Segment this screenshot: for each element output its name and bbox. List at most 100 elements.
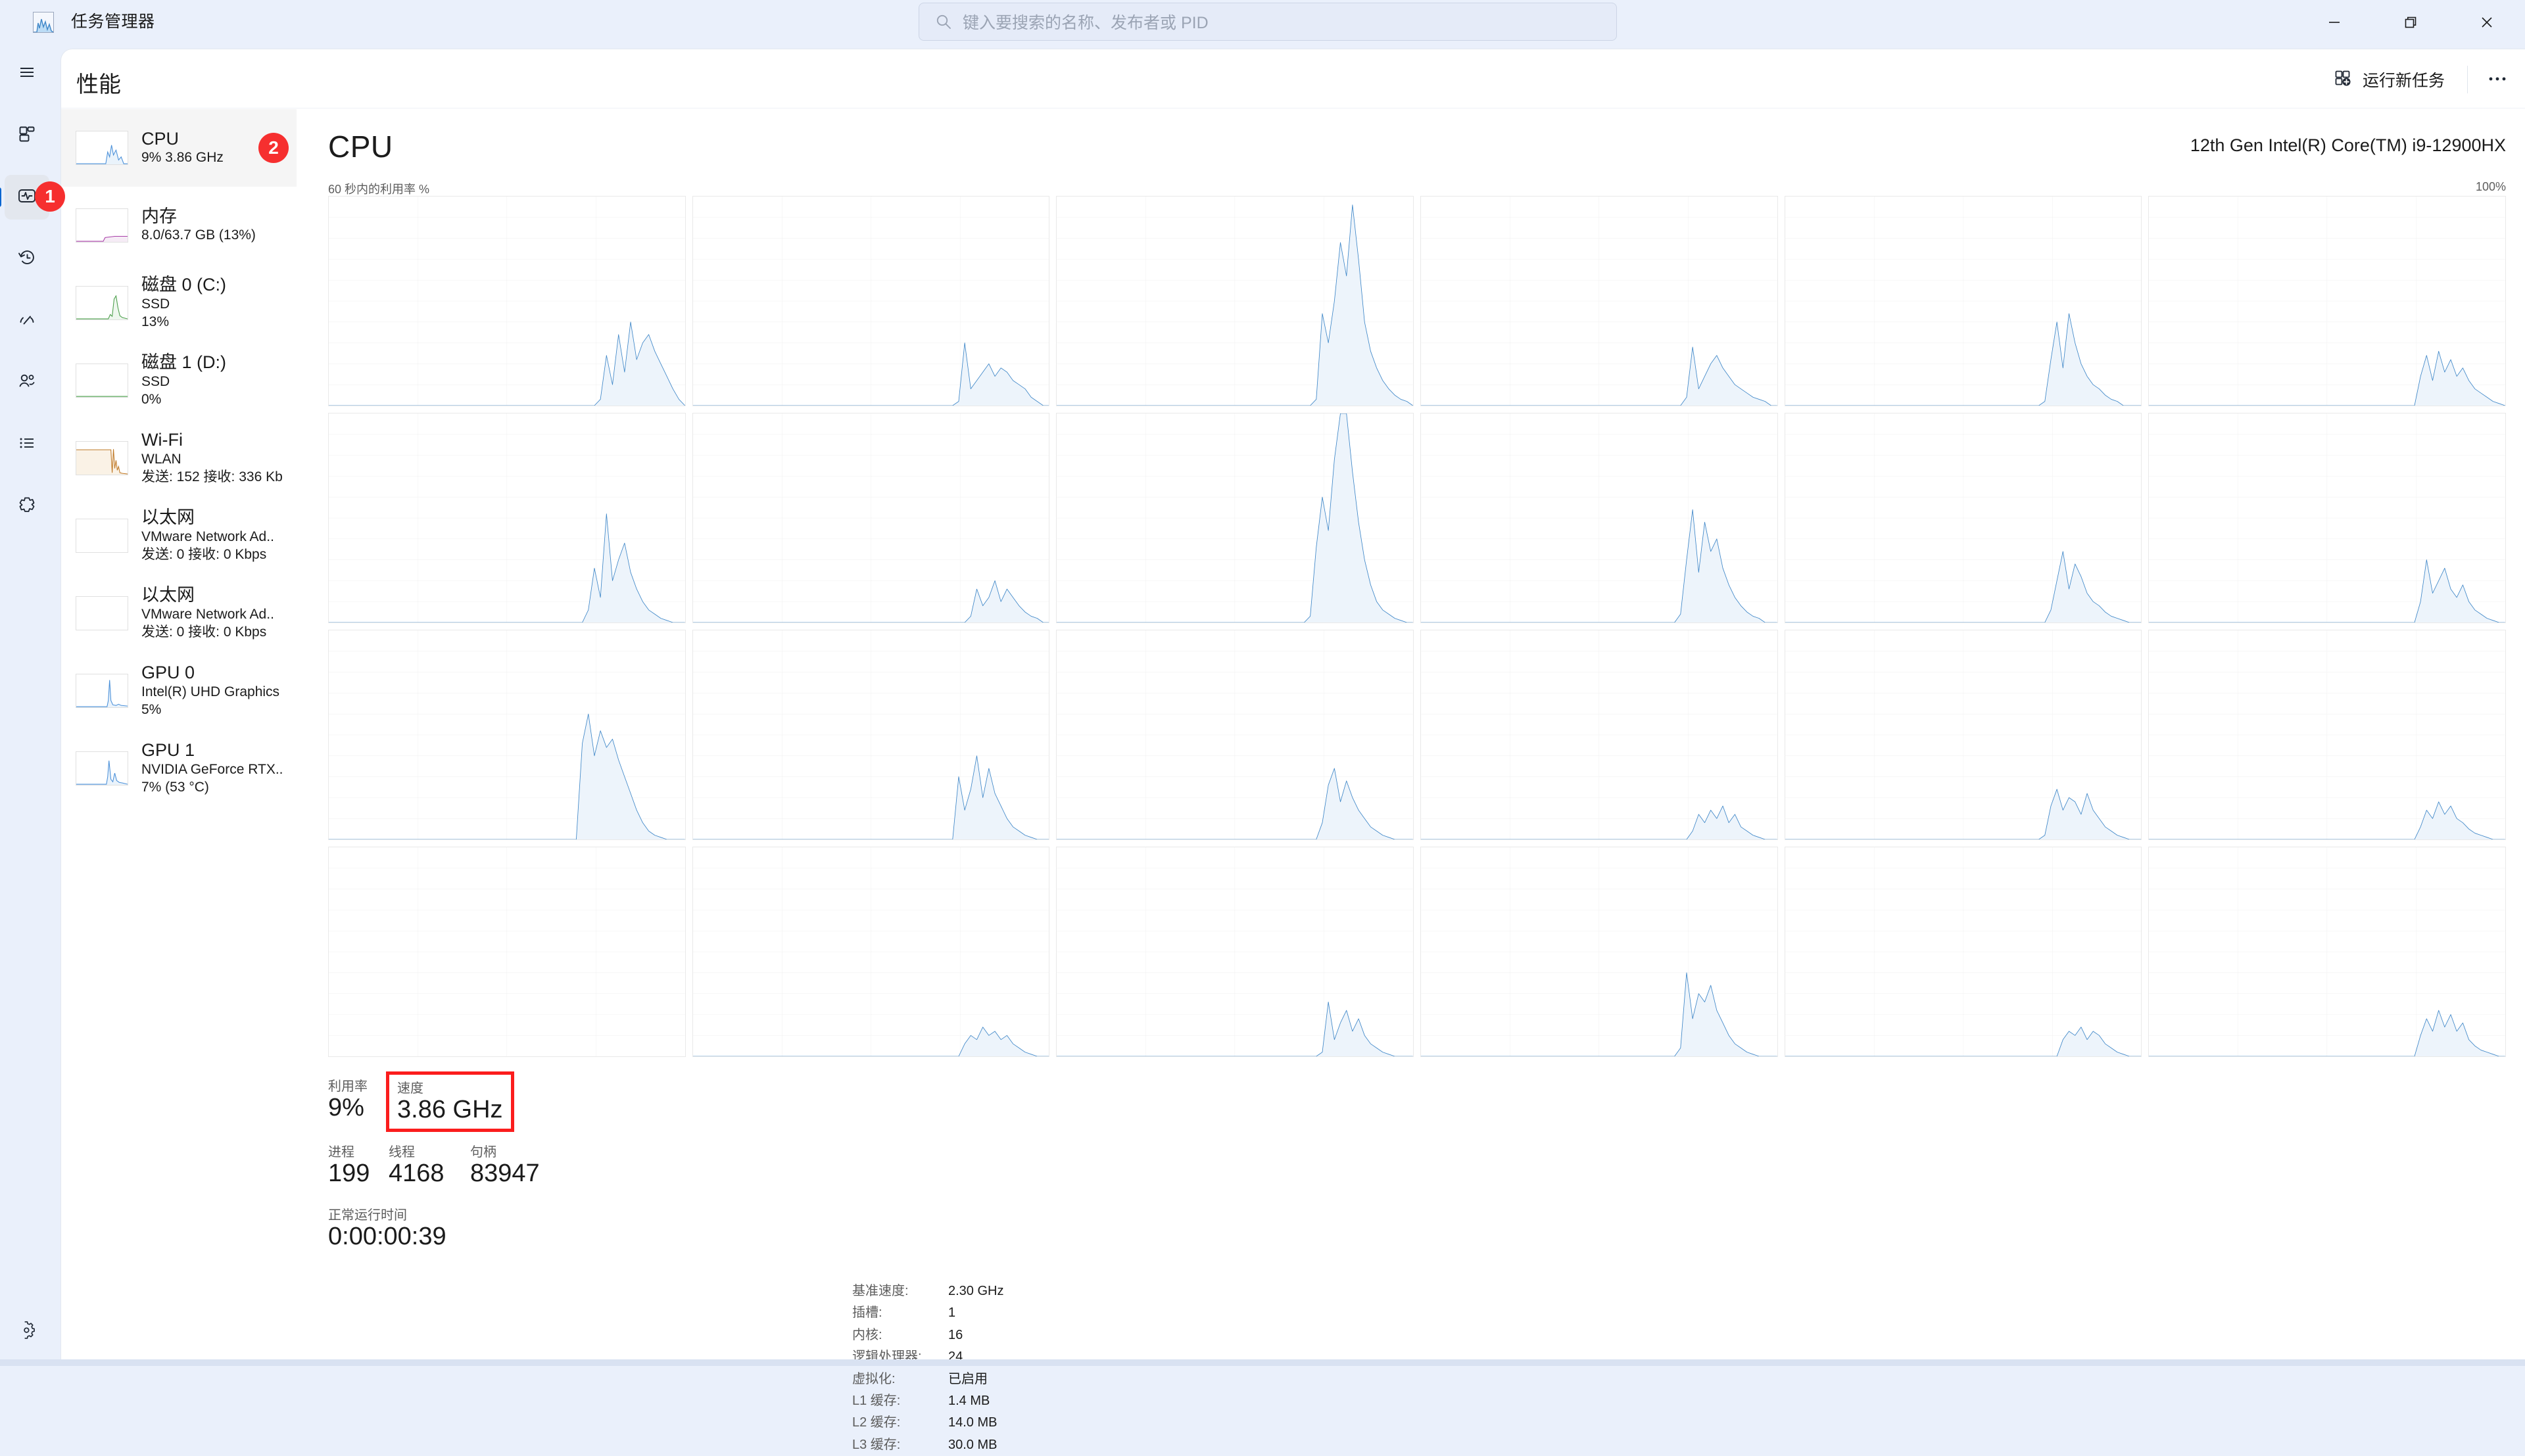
- settings-button[interactable]: [5, 1309, 49, 1354]
- graph-max-label: 100%: [2476, 180, 2506, 194]
- device-list-item[interactable]: 磁盘 1 (D:)SSD0%: [61, 342, 297, 419]
- run-new-task-button[interactable]: 运行新任务: [2322, 61, 2457, 98]
- device-text: CPU9% 3.86 GHz: [141, 129, 224, 168]
- uptime-label: 正常运行时间: [328, 1204, 540, 1223]
- sidebar-item-startup-apps[interactable]: [5, 298, 49, 343]
- logical-processor-cell[interactable]: [1056, 413, 1414, 623]
- utilization-label: 利用率: [328, 1075, 389, 1094]
- logical-processor-cell[interactable]: [692, 847, 1050, 1057]
- handles-value: 83947: [470, 1160, 540, 1187]
- performance-badge: 1: [35, 181, 65, 212]
- sidebar-item-details[interactable]: [5, 422, 49, 467]
- logical-processor-cell[interactable]: [1785, 630, 2142, 840]
- device-sparkline: [76, 286, 128, 320]
- logical-processor-cell[interactable]: [328, 413, 686, 623]
- processes-value: 199: [328, 1160, 389, 1187]
- device-list-item[interactable]: 内存8.0/63.7 GB (13%): [61, 187, 297, 264]
- speed-value: 3.86 GHz: [397, 1096, 503, 1123]
- spec-value: 已启用: [948, 1369, 1003, 1390]
- logical-processor-cell[interactable]: [328, 196, 686, 406]
- cpu-stats: 利用率 9% 速度 3.86 GHz 进程 199 线程 4168: [328, 1075, 540, 1250]
- device-list-item[interactable]: 以太网VMware Network Ad..发送: 0 接收: 0 Kbps: [61, 497, 297, 575]
- spec-value: 1.4 MB: [948, 1390, 1003, 1412]
- logical-processor-cell[interactable]: [1785, 196, 2142, 406]
- device-subtitle-1: Intel(R) UHD Graphics: [141, 684, 279, 701]
- device-subtitle-1: SSD: [141, 373, 226, 391]
- uptime-value: 0:00:00:39: [328, 1223, 540, 1250]
- device-name: GPU 1: [141, 740, 283, 761]
- logical-processor-cell[interactable]: [2148, 413, 2506, 623]
- logical-processor-cell[interactable]: [1056, 847, 1414, 1057]
- device-name: 磁盘 0 (C:): [141, 275, 226, 296]
- spec-key: L2 缓存:: [852, 1412, 934, 1434]
- logical-processor-cell[interactable]: [1420, 196, 1778, 406]
- header-actions: 运行新任务: [2322, 61, 2516, 98]
- handles-stat: 句柄 83947: [470, 1141, 540, 1187]
- spec-value: 1: [948, 1302, 1003, 1324]
- logical-processor-cell[interactable]: [1420, 847, 1778, 1057]
- device-sparkline: [76, 131, 128, 165]
- utilization-stat: 利用率 9%: [328, 1075, 389, 1132]
- sidebar-item-services[interactable]: [5, 484, 49, 528]
- spec-key: L3 缓存:: [852, 1434, 934, 1456]
- logical-processor-cell[interactable]: [1056, 630, 1414, 840]
- device-list-item[interactable]: Wi-FiWLAN发送: 152 接收: 336 Kb: [61, 419, 297, 497]
- logical-processor-cell[interactable]: [2148, 847, 2506, 1057]
- maximize-restore-button[interactable]: [2372, 0, 2449, 45]
- device-subtitle-2: 13%: [141, 314, 226, 331]
- device-list-item[interactable]: CPU9% 3.86 GHz2: [61, 109, 297, 187]
- details-list-icon: [17, 433, 37, 456]
- sidebar-item-performance[interactable]: 1: [5, 175, 49, 220]
- logical-processor-cell[interactable]: [1785, 847, 2142, 1057]
- window-controls: [2296, 0, 2525, 45]
- stats-row-primary: 利用率 9% 速度 3.86 GHz: [328, 1075, 540, 1132]
- device-sparkline: [76, 596, 128, 630]
- device-name: 内存: [141, 206, 256, 227]
- search-input[interactable]: 键入要搜索的名称、发布者或 PID: [963, 10, 1209, 34]
- nav-hamburger[interactable]: [5, 51, 49, 96]
- card-header: 性能 运行新任务: [61, 49, 2525, 108]
- device-list-item[interactable]: 以太网VMware Network Ad..发送: 0 接收: 0 Kbps: [61, 575, 297, 652]
- processes-label: 进程: [328, 1141, 389, 1160]
- close-button[interactable]: [2449, 0, 2525, 45]
- logical-processor-cell[interactable]: [1420, 413, 1778, 623]
- logical-processor-cell[interactable]: [692, 413, 1050, 623]
- threads-label: 线程: [389, 1141, 470, 1160]
- search-box[interactable]: 键入要搜索的名称、发布者或 PID: [919, 3, 1617, 41]
- minimize-button[interactable]: [2296, 0, 2372, 45]
- logical-processor-cell[interactable]: [692, 630, 1050, 840]
- task-manager-icon: [33, 12, 54, 33]
- gear-icon: [17, 1321, 37, 1344]
- logical-processors-grid[interactable]: [328, 196, 2506, 1057]
- sidebar-item-app-history[interactable]: [5, 237, 49, 281]
- device-list-item[interactable]: GPU 1NVIDIA GeForce RTX..7% (53 °C): [61, 730, 297, 807]
- logical-processor-cell[interactable]: [692, 196, 1050, 406]
- device-text: GPU 0Intel(R) UHD Graphics5%: [141, 663, 279, 719]
- device-subtitle-1: 9% 3.86 GHz: [141, 149, 224, 167]
- nav-rail: 1: [0, 45, 54, 1366]
- logical-processor-cell[interactable]: [1785, 413, 2142, 623]
- threads-value: 4168: [389, 1160, 470, 1187]
- spec-value: 2.30 GHz: [948, 1280, 1003, 1302]
- device-name: 以太网: [141, 507, 274, 528]
- logical-processor-cell[interactable]: [1420, 630, 1778, 840]
- device-list-item[interactable]: GPU 0Intel(R) UHD Graphics5%: [61, 652, 297, 730]
- logical-processor-cell[interactable]: [328, 847, 686, 1057]
- device-sparkline: [76, 441, 128, 475]
- logical-processor-cell[interactable]: [2148, 630, 2506, 840]
- stats-row-secondary: 进程 199 线程 4168 句柄 83947: [328, 1141, 540, 1187]
- device-subtitle-1: SSD: [141, 296, 226, 314]
- device-list[interactable]: CPU9% 3.86 GHz2内存8.0/63.7 GB (13%)磁盘 0 (…: [61, 109, 297, 1367]
- uptime-stat: 正常运行时间 0:00:00:39: [328, 1204, 540, 1250]
- spec-key: 基准速度:: [852, 1280, 934, 1302]
- device-name: GPU 0: [141, 663, 279, 684]
- sidebar-item-processes[interactable]: [5, 113, 49, 158]
- logical-processor-cell[interactable]: [328, 630, 686, 840]
- logical-processor-cell[interactable]: [2148, 196, 2506, 406]
- logical-processor-cell[interactable]: [1056, 196, 1414, 406]
- hamburger-icon: [17, 62, 37, 85]
- more-options-button[interactable]: [2478, 61, 2516, 98]
- device-list-item[interactable]: 磁盘 0 (C:)SSD13%: [61, 264, 297, 342]
- sidebar-item-users[interactable]: [5, 360, 49, 405]
- run-new-task-label: 运行新任务: [2363, 68, 2445, 91]
